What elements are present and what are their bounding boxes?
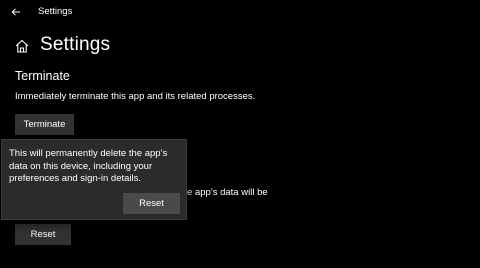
back-button[interactable] [6, 3, 26, 21]
terminate-button[interactable]: Terminate [15, 114, 74, 135]
reset-confirm-flyout: This will permanently delete the app’s d… [1, 139, 187, 220]
back-arrow-icon [11, 8, 20, 16]
flyout-message: This will permanently delete the app’s d… [9, 148, 168, 184]
window-title: Settings [38, 6, 73, 17]
terminate-description: Immediately terminate this app and its r… [15, 91, 256, 102]
terminate-heading: Terminate [15, 69, 70, 83]
reset-button[interactable]: Reset [15, 224, 71, 245]
home-icon[interactable] [14, 38, 30, 54]
page-title: Settings [40, 34, 111, 55]
flyout-reset-button[interactable]: Reset [123, 193, 180, 214]
reset-description: e app’s data will be [187, 187, 268, 198]
title-bar: Settings [0, 0, 480, 24]
